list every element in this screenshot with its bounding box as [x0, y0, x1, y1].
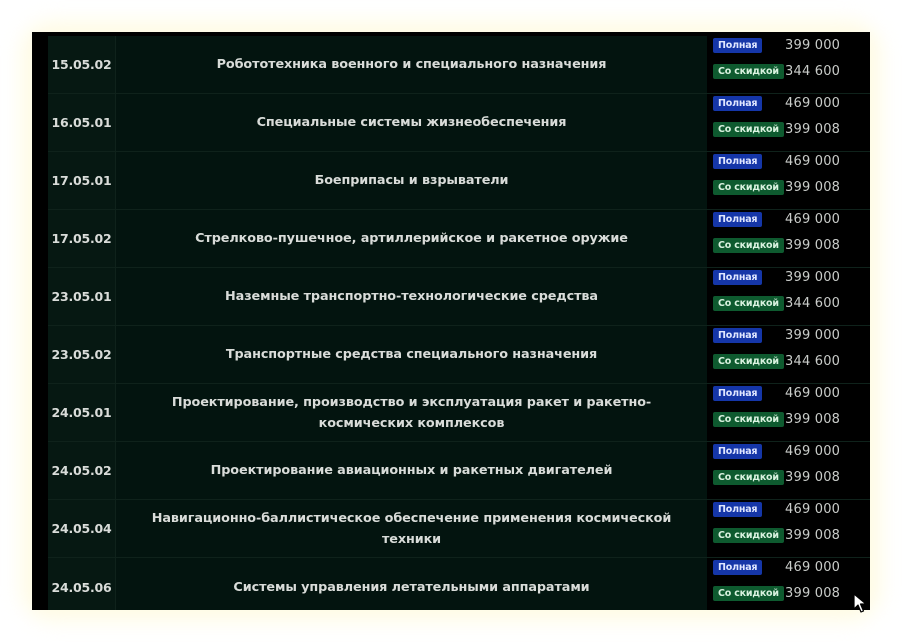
program-name: Наземные транспортно-технологические сре…	[116, 268, 707, 325]
discount-price-badge: Со скидкой	[713, 296, 784, 311]
program-name: Проектирование, производство и эксплуата…	[116, 384, 707, 441]
full-price-badge: Полная	[713, 386, 763, 401]
program-name: Навигационно-баллистическое обеспечение …	[116, 500, 707, 557]
full-price-value: 469 000	[785, 386, 841, 401]
full-price-badge: Полная	[713, 38, 763, 53]
discount-price-badge: Со скидкой	[713, 470, 784, 485]
discount-price-value: 399 008	[785, 586, 841, 601]
program-code: 24.05.01	[48, 384, 116, 441]
program-name: Стрелково-пушечное, артиллерийское и рак…	[116, 210, 707, 267]
discount-price-value: 399 008	[785, 122, 841, 137]
full-price-value: 469 000	[785, 560, 841, 575]
program-code: 17.05.01	[48, 152, 116, 209]
table-row: 17.05.02 Стрелково-пушечное, артиллерийск…	[48, 210, 870, 268]
discount-price-badge: Со скидкой	[713, 238, 784, 253]
discount-price-value: 399 008	[785, 528, 841, 543]
full-price-value: 399 000	[785, 38, 841, 53]
program-code: 15.05.02	[48, 36, 116, 93]
discount-price-badge: Со скидкой	[713, 180, 784, 195]
full-price-badge: Полная	[713, 560, 763, 575]
price-table-panel: 15.05.02 Робототехника военного и специал…	[32, 32, 870, 610]
programs-price-table: 15.05.02 Робототехника военного и специал…	[48, 36, 870, 610]
mouse-pointer-icon	[853, 593, 867, 613]
discount-price-badge: Со скидкой	[713, 64, 784, 79]
discount-price-value: 399 008	[785, 180, 841, 195]
full-price-value: 469 000	[785, 154, 841, 169]
price-cell: Полная 469 000 Со скидкой 399 008	[707, 210, 870, 267]
discount-price-badge: Со скидкой	[713, 586, 784, 601]
price-cell: Полная 469 000 Со скидкой 399 008	[707, 94, 870, 151]
full-price-value: 399 000	[785, 328, 841, 343]
price-cell: Полная 469 000 Со скидкой 399 008	[707, 558, 870, 610]
full-price-badge: Полная	[713, 270, 763, 285]
full-price-value: 469 000	[785, 96, 841, 111]
discount-price-value: 399 008	[785, 470, 841, 485]
program-code: 17.05.02	[48, 210, 116, 267]
table-row: 24.05.01 Проектирование, производство и э…	[48, 384, 870, 442]
price-cell: Полная 399 000 Со скидкой 344 600	[707, 268, 870, 325]
full-price-badge: Полная	[713, 444, 763, 459]
program-name: Специальные системы жизнеобеспечения	[116, 94, 707, 151]
table-row: 23.05.02 Транспортные средства специально…	[48, 326, 870, 384]
full-price-value: 399 000	[785, 270, 841, 285]
program-code: 24.05.06	[48, 558, 116, 610]
discount-price-value: 344 600	[785, 64, 841, 79]
full-price-value: 469 000	[785, 502, 841, 517]
discount-price-badge: Со скидкой	[713, 528, 784, 543]
program-code: 23.05.02	[48, 326, 116, 383]
price-cell: Полная 399 000 Со скидкой 344 600	[707, 36, 870, 93]
discount-price-badge: Со скидкой	[713, 354, 784, 369]
discount-price-value: 344 600	[785, 296, 841, 311]
program-name: Проектирование авиационных и ракетных дв…	[116, 442, 707, 499]
table-row: 16.05.01 Специальные системы жизнеобеспеч…	[48, 94, 870, 152]
full-price-badge: Полная	[713, 212, 763, 227]
price-cell: Полная 399 000 Со скидкой 344 600	[707, 326, 870, 383]
discount-price-value: 399 008	[785, 238, 841, 253]
discount-price-badge: Со скидкой	[713, 122, 784, 137]
program-name: Системы управления летательными аппарата…	[116, 558, 707, 610]
discount-price-badge: Со скидкой	[713, 412, 784, 427]
price-cell: Полная 469 000 Со скидкой 399 008	[707, 384, 870, 441]
table-row: 23.05.01 Наземные транспортно-технологиче…	[48, 268, 870, 326]
full-price-value: 469 000	[785, 444, 841, 459]
full-price-badge: Полная	[713, 96, 763, 111]
discount-price-value: 399 008	[785, 412, 841, 427]
full-price-value: 469 000	[785, 212, 841, 227]
table-row: 24.05.04 Навигационно-баллистическое обес…	[48, 500, 870, 558]
program-name: Боеприпасы и взрыватели	[116, 152, 707, 209]
program-code: 24.05.04	[48, 500, 116, 557]
discount-price-value: 344 600	[785, 354, 841, 369]
full-price-badge: Полная	[713, 502, 763, 517]
table-row: 17.05.01 Боеприпасы и взрыватели Полная 469…	[48, 152, 870, 210]
program-code: 23.05.01	[48, 268, 116, 325]
program-code: 16.05.01	[48, 94, 116, 151]
program-name: Транспортные средства специального назна…	[116, 326, 707, 383]
price-cell: Полная 469 000 Со скидкой 399 008	[707, 152, 870, 209]
program-code: 24.05.02	[48, 442, 116, 499]
table-row: 24.05.02 Проектирование авиационных и рак…	[48, 442, 870, 500]
table-row: 15.05.02 Робототехника военного и специал…	[48, 36, 870, 94]
program-name: Робототехника военного и специального на…	[116, 36, 707, 93]
price-cell: Полная 469 000 Со скидкой 399 008	[707, 442, 870, 499]
full-price-badge: Полная	[713, 154, 763, 169]
full-price-badge: Полная	[713, 328, 763, 343]
price-cell: Полная 469 000 Со скидкой 399 008	[707, 500, 870, 557]
table-row: 24.05.06 Системы управления летательными …	[48, 558, 870, 610]
